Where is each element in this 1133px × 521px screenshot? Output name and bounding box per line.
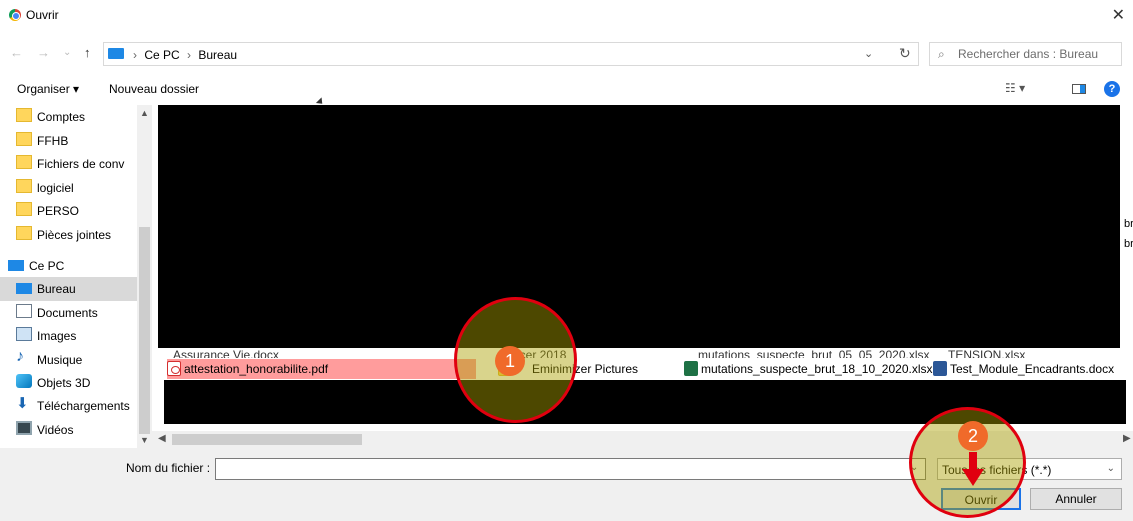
chrome-app-icon bbox=[9, 9, 21, 21]
file-list: br br Assurance Vie.docx ucer 2018 mutat… bbox=[158, 105, 1133, 448]
recent-locations-icon[interactable]: ⌄ bbox=[63, 47, 71, 58]
close-icon[interactable]: ✕ bbox=[1112, 5, 1125, 25]
cancel-button[interactable]: Annuler bbox=[1030, 488, 1122, 510]
list-item[interactable]: mutations_suspecte_brut_05_05_2020.xlsx bbox=[698, 348, 930, 358]
breadcrumb-ce-pc[interactable]: Ce PC bbox=[144, 48, 179, 62]
file-item-attestation[interactable]: attestation_honorabilite.pdf bbox=[167, 359, 476, 379]
search-box[interactable]: ⌕ bbox=[929, 42, 1122, 66]
back-arrow-icon[interactable]: ← bbox=[10, 45, 23, 60]
breadcrumb-bureau[interactable]: Bureau bbox=[198, 48, 237, 62]
list-item[interactable]: TENSION.xlsx bbox=[948, 348, 1025, 358]
pc-icon bbox=[108, 48, 124, 59]
sidebar-item-images[interactable]: Images bbox=[0, 324, 137, 348]
sidebar-item-comptes[interactable]: Comptes bbox=[0, 105, 137, 129]
list-item[interactable]: Assurance Vie.docx bbox=[173, 348, 279, 358]
folder-icon bbox=[16, 155, 32, 169]
file-item-mutations[interactable]: mutations_suspecte_brut_18_10_2020.xlsx bbox=[684, 359, 933, 379]
sidebar-item-bureau[interactable]: Bureau bbox=[0, 277, 137, 301]
redacted-area bbox=[158, 105, 1120, 348]
folder-icon bbox=[16, 202, 32, 216]
breadcrumb-separator-icon: › bbox=[133, 48, 137, 62]
downloads-icon: ⬇ bbox=[16, 395, 29, 412]
pc-icon bbox=[8, 260, 24, 271]
up-arrow-icon[interactable]: ↑ bbox=[84, 45, 91, 60]
window-title: Ouvrir bbox=[26, 8, 59, 22]
sidebar-item-musique[interactable]: ♪ Musique bbox=[0, 348, 137, 372]
search-icon: ⌕ bbox=[938, 47, 945, 61]
breadcrumb: › Ce PC › Bureau bbox=[129, 48, 237, 62]
objects-3d-icon bbox=[16, 374, 32, 388]
address-bar[interactable]: › Ce PC › Bureau ⌄ ↻ bbox=[103, 42, 919, 66]
sidebar-item-documents[interactable]: Documents bbox=[0, 301, 137, 325]
sidebar-item-perso[interactable]: PERSO bbox=[0, 199, 137, 223]
address-row: ← → ⌄ ↑ › Ce PC › Bureau ⌄ ↻ ⌕ bbox=[0, 38, 1133, 68]
truncated-label: br bbox=[1124, 238, 1133, 250]
organiser-menu-button[interactable]: Organiser ▾ bbox=[17, 82, 79, 96]
images-icon bbox=[16, 327, 32, 341]
preview-pane-icon[interactable] bbox=[1072, 84, 1086, 94]
sidebar-item-ffhb[interactable]: FFHB bbox=[0, 129, 137, 153]
breadcrumb-separator-icon: › bbox=[187, 48, 192, 62]
truncated-label: br bbox=[1124, 218, 1133, 230]
help-icon[interactable]: ? bbox=[1104, 81, 1120, 97]
annotation-arrow-icon bbox=[969, 452, 977, 470]
title-bar: Ouvrir ✕ bbox=[0, 0, 1133, 34]
sidebar-item-pieces-jointes[interactable]: Pièces jointes bbox=[0, 223, 137, 247]
horizontal-scroll-thumb[interactable] bbox=[172, 434, 362, 445]
videos-icon bbox=[16, 421, 32, 435]
sidebar-scroll-thumb[interactable] bbox=[139, 227, 150, 434]
scroll-right-icon[interactable]: ▶ bbox=[1123, 433, 1131, 444]
annotation-badge-1: 1 bbox=[495, 346, 525, 376]
sidebar-item-telechargements[interactable]: ⬇ Téléchargements bbox=[0, 394, 137, 418]
filename-input[interactable] bbox=[215, 458, 926, 480]
word-icon bbox=[933, 361, 947, 376]
folder-icon bbox=[16, 132, 32, 146]
music-icon: ♪ bbox=[16, 348, 24, 365]
annotation-arrow-head bbox=[962, 469, 984, 486]
sidebar-item-ce-pc[interactable]: Ce PC bbox=[0, 254, 137, 278]
folder-icon bbox=[16, 108, 32, 122]
scroll-left-icon[interactable]: ◀ bbox=[158, 433, 166, 444]
sidebar-item-logiciel[interactable]: logiciel bbox=[0, 176, 137, 200]
search-input[interactable] bbox=[958, 46, 1118, 62]
annotation-badge-2: 2 bbox=[958, 421, 988, 451]
toolbar: Organiser ▾ Nouveau dossier ☷ ▾ ? bbox=[0, 78, 1133, 100]
chevron-down-icon: ⌄ bbox=[1106, 463, 1115, 474]
folder-icon bbox=[16, 179, 32, 193]
address-dropdown-icon[interactable]: ⌄ bbox=[864, 47, 873, 60]
file-item-test-module[interactable]: Test_Module_Encadrants.docx bbox=[933, 359, 1114, 379]
pdf-icon bbox=[167, 361, 181, 376]
scroll-up-icon[interactable]: ▲ bbox=[140, 108, 149, 118]
sidebar-scrollbar[interactable]: ▲ ▼ bbox=[137, 105, 152, 448]
sidebar-item-videos[interactable]: Vidéos bbox=[0, 418, 137, 442]
view-options-icon[interactable]: ☷ ▾ bbox=[1005, 81, 1025, 95]
sidebar-item-fichiers-de-conv[interactable]: Fichiers de conv bbox=[0, 152, 137, 176]
forward-arrow-icon[interactable]: → bbox=[37, 45, 50, 60]
excel-icon bbox=[684, 361, 698, 376]
documents-icon bbox=[16, 304, 32, 318]
refresh-icon[interactable]: ↻ bbox=[899, 45, 911, 62]
navigation-pane: Comptes FFHB Fichiers de conv logiciel P… bbox=[0, 105, 152, 448]
filename-label: Nom du fichier : bbox=[126, 461, 211, 475]
new-folder-button[interactable]: Nouveau dossier bbox=[109, 82, 199, 96]
folder-icon bbox=[16, 226, 32, 240]
desktop-icon bbox=[16, 283, 32, 294]
scroll-down-icon[interactable]: ▼ bbox=[140, 435, 149, 445]
sidebar-item-objets-3d[interactable]: Objets 3D bbox=[0, 371, 137, 395]
